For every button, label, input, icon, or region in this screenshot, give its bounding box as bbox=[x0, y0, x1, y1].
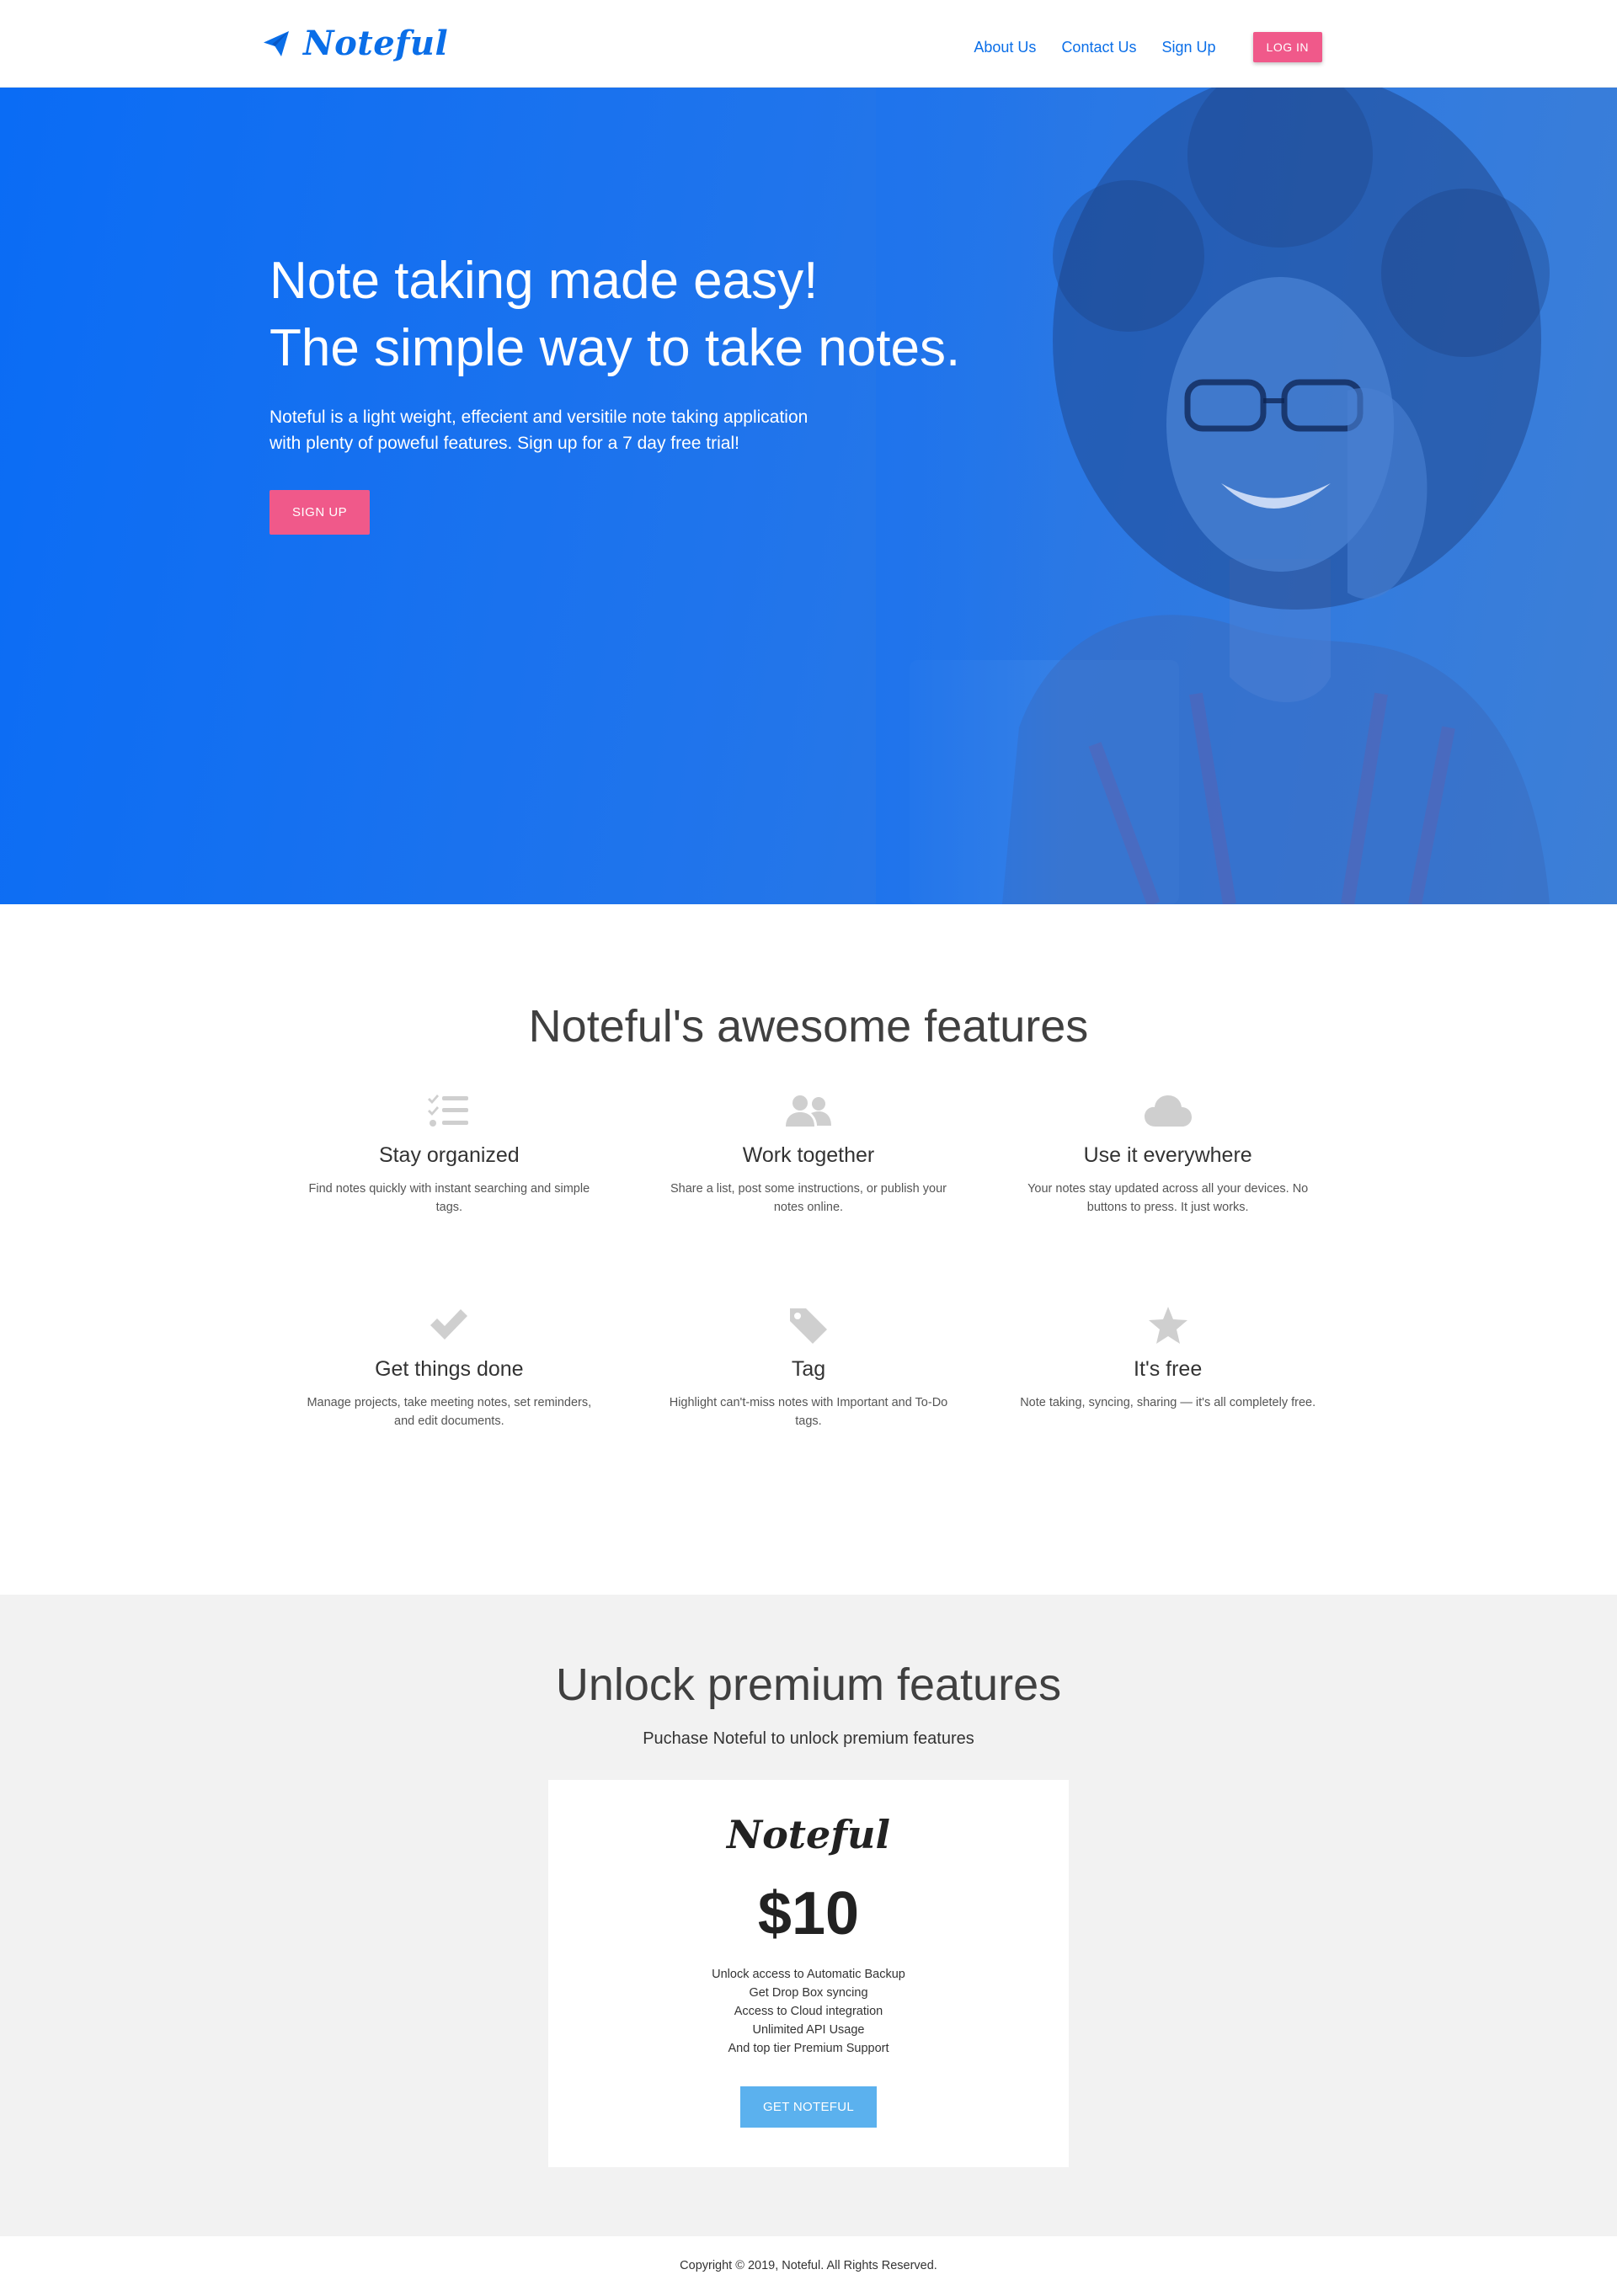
login-button[interactable]: LOG IN bbox=[1252, 32, 1322, 62]
feature-description: Find notes quickly with instant searchin… bbox=[308, 1182, 590, 1214]
nav-link-sign-up[interactable]: Sign Up bbox=[1161, 39, 1215, 56]
paper-plane-icon bbox=[264, 30, 289, 56]
feature-title: Tag bbox=[791, 1357, 826, 1381]
feature-title: It's free bbox=[1134, 1357, 1203, 1381]
brand-logo[interactable]: Noteful bbox=[261, 24, 448, 63]
feature-title: Stay organized bbox=[378, 1143, 520, 1167]
pricing-perk: Access to Cloud integration bbox=[734, 2005, 883, 2018]
feature-card: It's free Note taking, syncing, sharing … bbox=[988, 1305, 1348, 1468]
feature-title: Use it everywhere bbox=[1083, 1143, 1252, 1167]
feature-description: Your notes stay updated across all your … bbox=[1027, 1182, 1309, 1214]
pricing-perk: Get Drop Box syncing bbox=[749, 1986, 868, 2000]
premium-subtitle: Puchase Noteful to unlock premium featur… bbox=[643, 1729, 974, 1748]
hero-woman-image bbox=[876, 88, 1617, 904]
footer-copyright: Copyright © 2019, Noteful. All Rights Re… bbox=[680, 2259, 937, 2272]
feature-description: Note taking, syncing, sharing — it's all… bbox=[1020, 1396, 1316, 1409]
hero-title-line-1: Note taking made easy! bbox=[270, 252, 819, 310]
get-noteful-button[interactable]: GET NOTEFUL bbox=[739, 2086, 878, 2128]
pricing-card-price: $10 bbox=[757, 1880, 860, 1947]
hero-title-line-2: The simple way to take notes. bbox=[270, 319, 961, 377]
feature-description: Share a list, post some instructions, or… bbox=[670, 1182, 947, 1214]
nav-links: About Us Contact Us Sign Up LOG IN bbox=[974, 32, 1322, 62]
feature-title: Get things done bbox=[375, 1357, 524, 1381]
premium-section: Unlock premium features Puchase Noteful … bbox=[0, 1595, 1617, 2236]
feature-card: Tag Highlight can't-miss notes with Impo… bbox=[629, 1305, 989, 1468]
pricing-card-logo: Noteful bbox=[727, 1812, 890, 1857]
features-section: Noteful's awesome features Stay organize… bbox=[0, 904, 1617, 1595]
pricing-perk: And top tier Premium Support bbox=[728, 2042, 889, 2055]
features-title: Noteful's awesome features bbox=[528, 1001, 1089, 1052]
feature-description: Manage projects, take meeting notes, set… bbox=[307, 1396, 592, 1428]
nav-link-about-us[interactable]: About Us bbox=[974, 39, 1036, 56]
pricing-perk: Unlock access to Automatic Backup bbox=[712, 1968, 905, 1981]
cloud-icon bbox=[1144, 1095, 1192, 1127]
footer: Copyright © 2019, Noteful. All Rights Re… bbox=[0, 2236, 1617, 2296]
feature-title: Work together bbox=[742, 1143, 875, 1167]
feature-grid: Stay organized Find notes quickly with i… bbox=[270, 1091, 1348, 1468]
pricing-perks-list: Unlock access to Automatic Backup Get Dr… bbox=[548, 1965, 1069, 2058]
hero-content: Note taking made easy! The simple way to… bbox=[270, 248, 960, 535]
premium-title: Unlock premium features bbox=[555, 1659, 1062, 1710]
check-icon bbox=[430, 1309, 468, 1340]
tag-icon bbox=[789, 1308, 827, 1344]
hero-sign-up-button[interactable]: SIGN UP bbox=[270, 490, 371, 535]
checklist-icon bbox=[428, 1095, 469, 1127]
navbar: Noteful About Us Contact Us Sign Up LOG … bbox=[0, 0, 1617, 88]
feature-description: Highlight can't-miss notes with Importan… bbox=[669, 1396, 948, 1428]
nav-link-contact-us[interactable]: Contact Us bbox=[1061, 39, 1136, 56]
pricing-card: Noteful $10 Unlock access to Automatic B… bbox=[548, 1780, 1069, 2167]
star-icon bbox=[1148, 1307, 1187, 1344]
hero-title: Note taking made easy! The simple way to… bbox=[270, 248, 960, 382]
users-icon bbox=[785, 1095, 831, 1127]
feature-card: Use it everywhere Your notes stay update… bbox=[988, 1091, 1348, 1255]
feature-card: Stay organized Find notes quickly with i… bbox=[270, 1091, 629, 1255]
hero-subtitle: Noteful is a light weight, effecient and… bbox=[270, 408, 808, 453]
feature-card: Work together Share a list, post some in… bbox=[629, 1091, 989, 1255]
brand-name: Noteful bbox=[303, 24, 449, 63]
hero-section: Note taking made easy! The simple way to… bbox=[0, 88, 1617, 904]
pricing-perk: Unlimited API Usage bbox=[752, 2023, 865, 2037]
feature-card: Get things done Manage projects, take me… bbox=[270, 1305, 629, 1468]
